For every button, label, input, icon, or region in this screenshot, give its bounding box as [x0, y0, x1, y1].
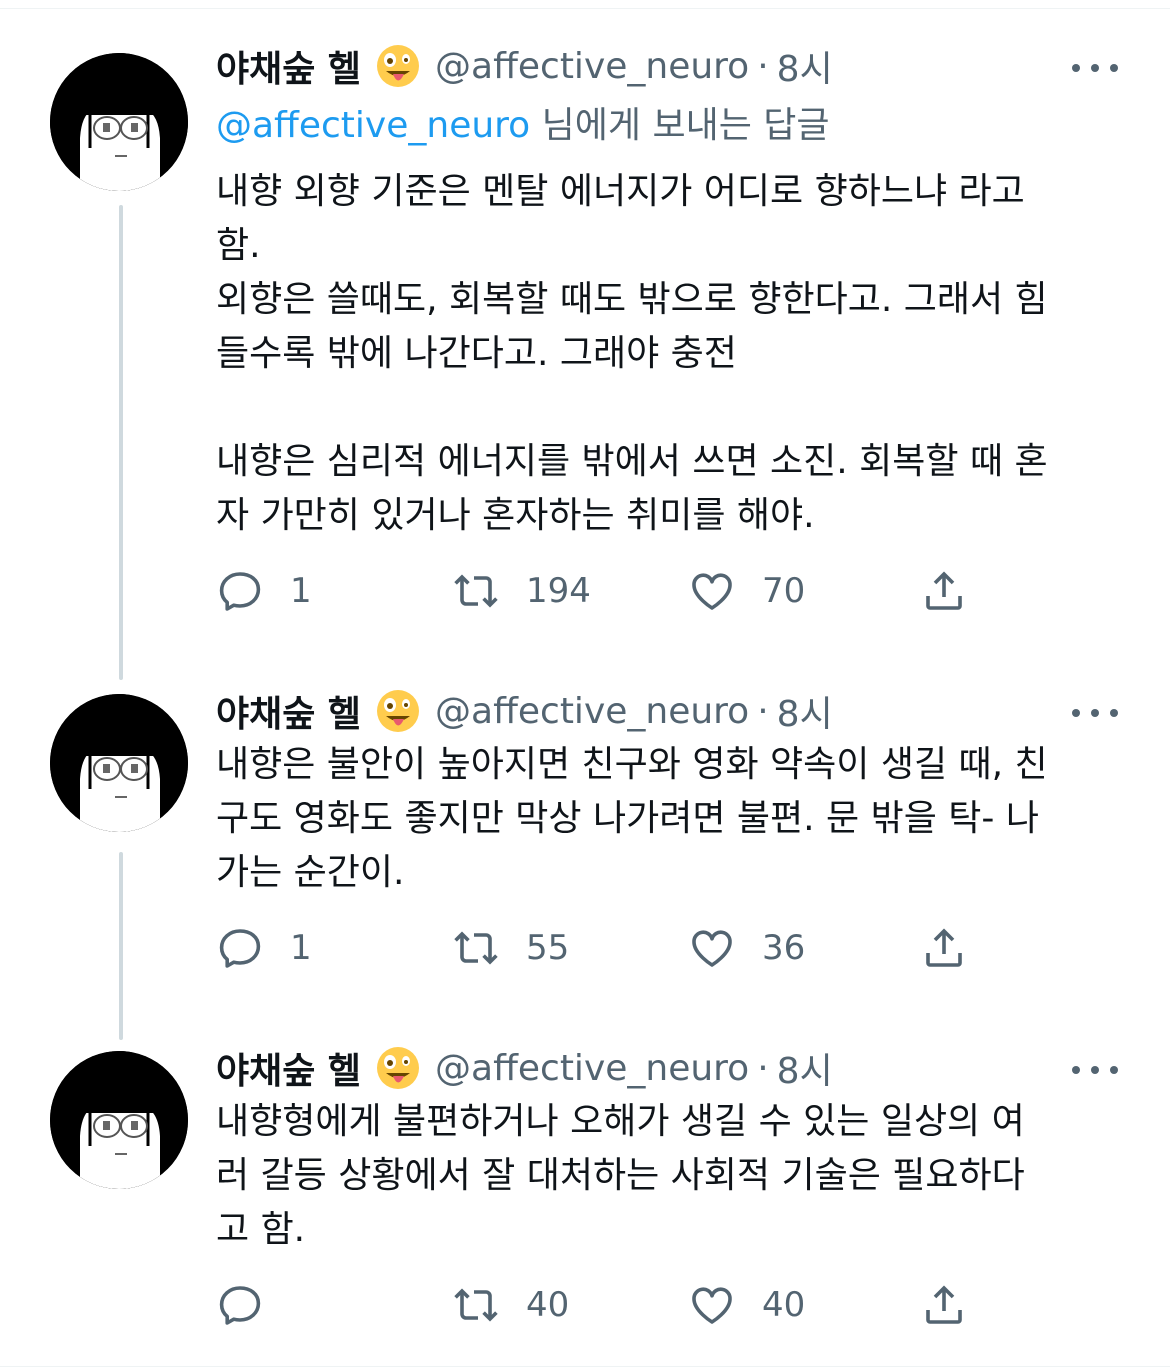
timestamp[interactable]: 8시: [777, 1042, 833, 1094]
reply-button[interactable]: 1: [216, 923, 312, 973]
tweet-3[interactable]: 야채숲 헬 @affective_neuro · 8시 내향형에게 불편하거나 …: [0, 1037, 1170, 1365]
more-icon[interactable]: [1072, 703, 1118, 723]
zany-face-emoji: [375, 1045, 421, 1091]
timestamp[interactable]: 8시: [777, 685, 833, 737]
retweet-button[interactable]: 194: [452, 566, 591, 616]
like-button[interactable]: 36: [688, 923, 805, 973]
tweet-text: 내향은 불안이 높아지면 친구와 영화 약속이 생길 때, 친 구도 영화도 좋…: [216, 744, 1048, 893]
like-button[interactable]: 40: [688, 1280, 805, 1330]
like-icon: [692, 1287, 732, 1324]
retweet-button[interactable]: 40: [452, 1280, 569, 1330]
reply-icon: [219, 1286, 261, 1325]
share-button[interactable]: [920, 1280, 968, 1330]
retweet-button[interactable]: 55: [452, 923, 569, 973]
retweet-icon: [454, 574, 498, 608]
avatar[interactable]: [50, 694, 188, 832]
like-count: 40: [762, 1285, 806, 1325]
tweet-text: 내향형에게 불편하거나 오해가 생길 수 있는 일상의 여 러 갈등 상황에서 …: [216, 1101, 1025, 1250]
reply-count: 1: [290, 928, 312, 968]
tweet-header: 야채숲 헬 @affective_neuro · 8시: [216, 38, 833, 94]
more-icon[interactable]: [1072, 1060, 1118, 1080]
retweet-count: 55: [526, 928, 570, 968]
tweet-1[interactable]: 야채숲 헬 @affective_neuro · 8시 @affective_n…: [0, 0, 1170, 660]
like-count: 70: [762, 571, 806, 611]
share-icon: [926, 1285, 962, 1324]
tweet-header: 야채숲 헬 @affective_neuro · 8시: [216, 1040, 833, 1096]
reply-to-suffix: 님에게 보내는 답글: [530, 105, 830, 146]
more-icon[interactable]: [1072, 58, 1118, 78]
share-button[interactable]: [920, 923, 968, 973]
handle[interactable]: @affective_neuro: [435, 691, 749, 732]
reply-icon: [219, 929, 261, 968]
zany-face-emoji: [375, 688, 421, 734]
retweet-icon: [454, 931, 498, 965]
retweet-icon: [454, 1288, 498, 1322]
avatar[interactable]: [50, 53, 188, 191]
separator-dot: ·: [757, 1047, 769, 1089]
reply-button[interactable]: [216, 1280, 290, 1330]
share-icon: [926, 928, 962, 967]
like-button[interactable]: 70: [688, 566, 805, 616]
reply-to-link[interactable]: @affective_neuro: [216, 105, 530, 146]
handle[interactable]: @affective_neuro: [435, 1048, 749, 1089]
reply-count: 1: [290, 571, 312, 611]
zany-face-emoji: [375, 43, 421, 89]
reply-icon: [219, 572, 261, 611]
avatar[interactable]: [50, 1051, 188, 1189]
timestamp[interactable]: 8시: [777, 40, 833, 92]
display-name[interactable]: 야채숲 헬: [216, 40, 361, 92]
share-button[interactable]: [920, 566, 968, 616]
tweet-2[interactable]: 야채숲 헬 @affective_neuro · 8시 내향은 불안이 높아지면…: [0, 680, 1170, 1020]
like-icon: [692, 930, 732, 967]
bottom-divider: [0, 1366, 1170, 1367]
retweet-count: 40: [526, 1285, 570, 1325]
retweet-count: 194: [526, 571, 591, 611]
like-count: 36: [762, 928, 806, 968]
reply-button[interactable]: 1: [216, 566, 312, 616]
display-name[interactable]: 야채숲 헬: [216, 685, 361, 737]
reply-context: @affective_neuro 님에게 보내는 답글: [216, 96, 830, 148]
like-icon: [692, 573, 732, 610]
tweet-header: 야채숲 헬 @affective_neuro · 8시: [216, 683, 833, 739]
separator-dot: ·: [757, 690, 769, 732]
share-icon: [926, 571, 962, 610]
separator-dot: ·: [757, 45, 769, 87]
display-name[interactable]: 야채숲 헬: [216, 1042, 361, 1094]
tweet-text: 내향 외향 기준은 멘탈 에너지가 어디로 향하느냐 라고 함. 외향은 쓸때도…: [216, 171, 1048, 536]
handle[interactable]: @affective_neuro: [435, 46, 749, 87]
